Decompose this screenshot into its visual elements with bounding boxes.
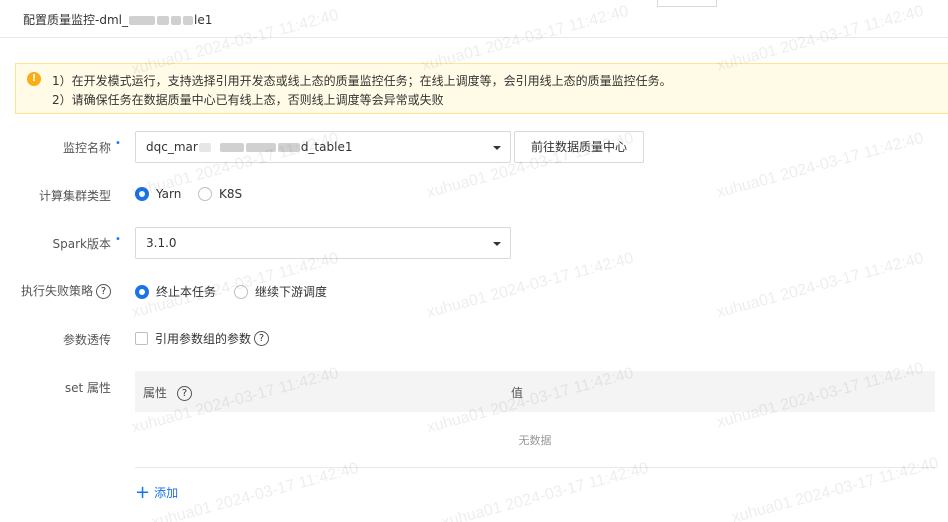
radio-checked-icon [135, 187, 149, 201]
chevron-down-icon [493, 242, 501, 246]
add-label: 添加 [154, 486, 179, 500]
column-value: 值 [511, 386, 524, 400]
watermark: xuhua01 2024-03-17 11:42:40 [440, 459, 651, 522]
monitor-name-label: 监控名称 [62, 141, 111, 155]
empty-text: 无数据 [518, 434, 552, 447]
redacted-text [182, 16, 193, 25]
help-icon[interactable]: ? [177, 386, 193, 401]
redacted-text [219, 143, 244, 152]
failure-policy-text: 执行失败策略 [20, 284, 93, 298]
watermark: xuhua01 2024-03-17 11:42:40 [150, 459, 361, 522]
chevron-down-icon [493, 146, 501, 150]
radio-k8s[interactable]: K8S [198, 187, 242, 201]
table-header: 属性? 值 [135, 371, 935, 412]
warning-alert: ! 1）在开发模式运行，支持选择引用开发态或线上态的质量监控任务；在线上调度等，… [15, 63, 948, 114]
watermark: xuhua01 2024-03-17 11:42:40 [425, 249, 636, 322]
column-label: 属性 [143, 386, 168, 400]
redacted-text [156, 16, 169, 25]
help-icon[interactable]: ? [254, 331, 270, 346]
redacted-text [198, 143, 211, 152]
radio-label: Yarn [156, 187, 182, 201]
set-props-table: 属性? 值 无数据 [135, 371, 935, 468]
required-mark: • [115, 138, 121, 149]
set-props-label: set 属性 [64, 381, 111, 395]
param-pass-label: 参数透传 [62, 333, 111, 347]
monitor-name-value: dqc_mar d_table1 [146, 140, 352, 154]
header-tab[interactable] [657, 0, 717, 7]
alert-line-2: 2）请确保任务在数据质量中心已有线上态，否则线上调度等会异常或失败 [52, 93, 444, 107]
radio-label: 终止本任务 [156, 285, 217, 299]
watermark: xuhua01 2024-03-17 11:42:40 [715, 249, 926, 322]
page-header: 配置质量监控-dml_ le1 [0, 0, 948, 38]
value-suffix: d_table1 [300, 140, 353, 154]
radio-yarn[interactable]: Yarn [135, 187, 181, 201]
watermark: xuhua01 2024-03-17 11:42:40 [715, 129, 926, 202]
page-title: 配置质量监控-dml_ le1 [23, 11, 212, 28]
title-prefix: 配置质量监控-dml_ [23, 13, 128, 27]
alert-line-1: 1）在开发模式运行，支持选择引用开发态或线上态的质量监控任务；在线上调度等，会引… [52, 74, 672, 88]
spark-version-select[interactable]: 3.1.0 [135, 227, 511, 259]
radio-label: K8S [219, 187, 243, 201]
add-property-button[interactable]: + 添加 [135, 481, 179, 503]
radio-checked-icon [135, 284, 149, 299]
param-group-checkbox[interactable]: 引用参数组的参数? [135, 330, 270, 347]
failure-policy-label: 执行失败策略? [21, 282, 111, 299]
checkbox-icon [135, 332, 148, 345]
radio-unchecked-icon [234, 284, 248, 299]
title-suffix: le1 [193, 13, 213, 27]
value-prefix: dqc_mar [146, 140, 198, 154]
redacted-text [170, 16, 181, 25]
warning-icon: ! [27, 72, 41, 86]
cluster-type-label: 计算集群类型 [38, 189, 111, 203]
goto-dqc-button[interactable]: 前往数据质量中心 [514, 131, 644, 163]
checkbox-label: 引用参数组的参数 [155, 332, 252, 346]
radio-unchecked-icon [198, 187, 212, 201]
column-property: 属性? [143, 384, 193, 401]
redacted-text [128, 16, 155, 25]
radio-label: 继续下游调度 [255, 285, 328, 299]
radio-continue-downstream[interactable]: 继续下游调度 [234, 283, 327, 300]
redacted-text [277, 143, 300, 152]
required-mark: • [115, 234, 121, 245]
plus-icon: + [135, 481, 151, 503]
help-icon[interactable]: ? [96, 284, 111, 299]
monitor-name-select[interactable]: dqc_mar d_table1 [135, 131, 511, 163]
spark-version-label: Spark版本 [52, 237, 111, 251]
spark-version-value: 3.1.0 [146, 236, 177, 250]
radio-stop-task[interactable]: 终止本任务 [135, 283, 216, 300]
redacted-text [245, 143, 276, 152]
